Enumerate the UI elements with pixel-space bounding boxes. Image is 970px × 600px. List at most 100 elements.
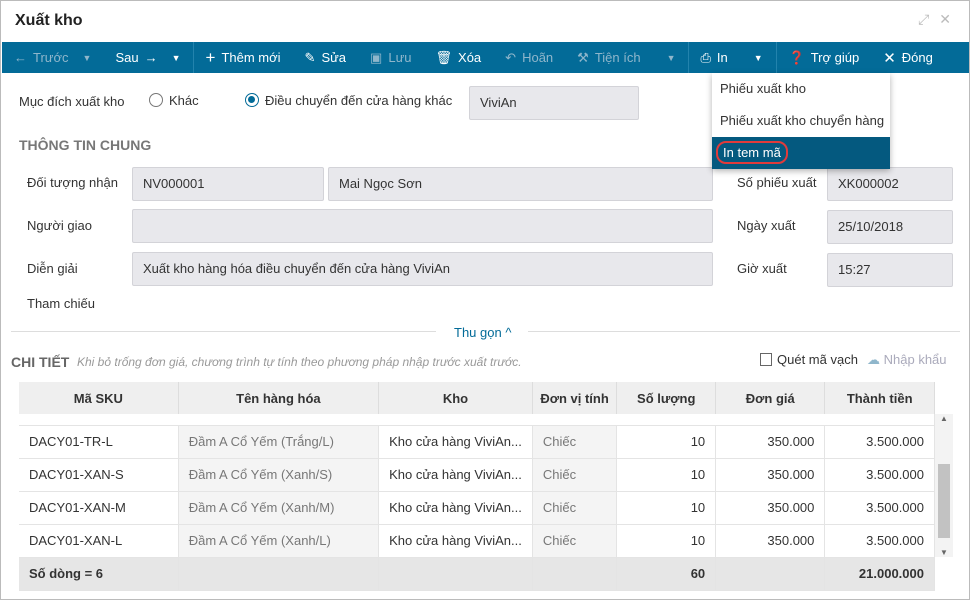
table-cell[interactable]: 3.500.000: [824, 491, 935, 525]
printer-icon: ⎙: [700, 49, 711, 65]
collapse-button[interactable]: Thu gọn ^: [454, 325, 511, 340]
col-amount[interactable]: Thành tiền: [824, 382, 935, 414]
table-row[interactable]: DACY01-XAN-S Đầm A Cổ Yếm (Xanh/S) Kho cửa…: [19, 458, 935, 492]
radio-other[interactable]: Khác: [149, 93, 199, 108]
plus-icon: +: [205, 47, 216, 67]
table-cell[interactable]: Chiếc: [532, 524, 618, 558]
scan-barcode-checkbox[interactable]: Quét mã vạch: [760, 352, 858, 367]
table-cell[interactable]: Chiếc: [532, 458, 618, 492]
table-cell[interactable]: 350.000: [715, 458, 826, 492]
table-row[interactable]: DACY01-XAN-M Đầm A Cổ Yếm (Xanh/M) Kho cửa…: [19, 491, 935, 525]
detail-title: CHI TIẾT: [11, 354, 70, 370]
tools-icon: ⚒: [577, 49, 589, 65]
desc-field[interactable]: Xuất kho hàng hóa điều chuyển đến cửa hà…: [132, 252, 713, 286]
col-warehouse[interactable]: Kho: [378, 382, 533, 414]
caret-icon[interactable]: ▼: [754, 53, 763, 63]
utilities-button[interactable]: ⚒ Tiện ích ▼: [565, 42, 687, 73]
edit-button[interactable]: ✎ Sửa: [293, 42, 359, 73]
arrow-left-icon: ←: [14, 50, 27, 65]
table-row[interactable]: DACY01-TR-L Đầm A Cổ Yếm (Trắng/L) Kho cửa…: [19, 425, 935, 459]
col-qty[interactable]: Số lượng: [616, 382, 717, 414]
desc-label: Diễn giải: [27, 261, 78, 276]
table-cell[interactable]: Kho cửa hàng ViviAn...: [378, 491, 533, 525]
table-cell[interactable]: 10: [616, 458, 717, 492]
table-scrollbar[interactable]: ▲ ▼: [935, 414, 953, 557]
undo-button[interactable]: ↶ Hoãn: [493, 42, 565, 73]
print-menu: Phiếu xuất kho Phiếu xuất kho chuyển hàn…: [712, 73, 890, 169]
arrow-right-icon: →: [144, 50, 158, 65]
table-cell[interactable]: Đầm A Cổ Yếm (Xanh/S): [178, 458, 380, 492]
menu-item-phieu-xuat-kho-chuyen-hang[interactable]: Phiếu xuất kho chuyển hàng: [712, 105, 890, 137]
radio-transfer[interactable]: Điều chuyển đến cửa hàng khác: [245, 93, 452, 108]
recipient-name-field[interactable]: Mai Ngọc Sơn: [328, 167, 713, 201]
caret-icon[interactable]: ▼: [83, 53, 92, 63]
table-cell[interactable]: DACY01-XAN-M: [19, 491, 179, 525]
table-footer: Số dòng = 6 60 21.000.000: [19, 557, 935, 591]
toolbar: ← Trước ▼ Sau → ▼ + Thêm mới ✎ Sửa ▣ Lưu 🗑 Xóa ↶…: [2, 42, 969, 73]
col-sku[interactable]: Mã SKU: [19, 382, 179, 414]
close-window-icon[interactable]: ✕: [939, 11, 951, 28]
date-field[interactable]: 25/10/2018: [827, 210, 953, 244]
delete-button[interactable]: 🗑 Xóa: [424, 42, 494, 73]
close-button[interactable]: ✕ Đóng: [871, 42, 945, 73]
section-title-general: THÔNG TIN CHUNG: [19, 137, 152, 153]
table-cell[interactable]: DACY01-XAN-S: [19, 458, 179, 492]
table-cell[interactable]: DACY01-TR-L: [19, 425, 179, 459]
recipient-code-field[interactable]: NV000001: [132, 167, 324, 201]
scroll-up-icon[interactable]: ▲: [935, 414, 953, 423]
table-cell[interactable]: Kho cửa hàng ViviAn...: [378, 425, 533, 459]
table-cell[interactable]: 350.000: [715, 425, 826, 459]
col-name[interactable]: Tên hàng hóa: [178, 382, 380, 414]
save-button[interactable]: ▣ Lưu: [358, 42, 423, 73]
add-button[interactable]: + Thêm mới: [194, 42, 293, 73]
menu-item-phieu-xuat-kho[interactable]: Phiếu xuất kho: [712, 73, 890, 105]
help-icon: ❓: [788, 49, 805, 65]
table-cell[interactable]: Đầm A Cổ Yếm (Trắng/L): [178, 425, 380, 459]
import-button[interactable]: ☁ Nhập khẩu: [867, 352, 947, 368]
table-cell[interactable]: 10: [616, 491, 717, 525]
deliverer-label: Người giao: [27, 218, 92, 233]
table-cell[interactable]: Đầm A Cổ Yếm (Xanh/L): [178, 524, 380, 558]
chevron-up-icon: ^: [505, 325, 512, 340]
trash-icon: 🗑: [435, 49, 453, 65]
x-icon: ✕: [883, 49, 896, 67]
table-cell[interactable]: Chiếc: [532, 425, 618, 459]
col-unit[interactable]: Đơn vị tính: [532, 382, 618, 414]
table-cell[interactable]: 10: [616, 425, 717, 459]
table-row[interactable]: DACY01-XAN-L Đầm A Cổ Yếm (Xanh/L) Kho cửa…: [19, 524, 935, 558]
table-cell[interactable]: Kho cửa hàng ViviAn...: [378, 524, 533, 558]
scroll-down-icon[interactable]: ▼: [935, 548, 953, 557]
window-title: Xuất kho: [15, 12, 83, 29]
voucher-no-field[interactable]: XK000002: [827, 167, 953, 201]
time-label: Giờ xuất: [737, 261, 787, 276]
cloud-upload-icon: ☁: [867, 352, 880, 367]
table-cell[interactable]: 350.000: [715, 491, 826, 525]
store-field[interactable]: ViviAn: [469, 86, 639, 120]
col-price[interactable]: Đơn giá: [715, 382, 826, 414]
detail-table: Mã SKU Tên hàng hóa Kho Đơn vị tính Số l…: [19, 382, 935, 591]
next-button[interactable]: Sau → ▼: [103, 42, 192, 73]
voucher-no-label: Số phiếu xuất: [737, 175, 817, 190]
table-cell[interactable]: 3.500.000: [824, 458, 935, 492]
table-cell[interactable]: Kho cửa hàng ViviAn...: [378, 458, 533, 492]
table-cell[interactable]: 3.500.000: [824, 524, 935, 558]
help-button[interactable]: ❓ Trợ giúp: [777, 42, 872, 73]
menu-item-in-tem-ma[interactable]: In tem mã: [712, 137, 890, 169]
window: Xuất kho ⤢ ✕ ← Trước ▼ Sau → ▼ + Thêm mới ✎ Sửa…: [0, 0, 970, 600]
table-cell[interactable]: 350.000: [715, 524, 826, 558]
deliverer-field[interactable]: [132, 209, 713, 243]
table-cell[interactable]: 3.500.000: [824, 425, 935, 459]
expand-icon[interactable]: ⤢: [918, 11, 929, 28]
scroll-thumb[interactable]: [938, 464, 950, 538]
time-field[interactable]: 15:27: [827, 253, 953, 287]
table-cell[interactable]: 10: [616, 524, 717, 558]
table-cell[interactable]: Đầm A Cổ Yếm (Xanh/M): [178, 491, 380, 525]
table-cell[interactable]: DACY01-XAN-L: [19, 524, 179, 558]
ref-label: Tham chiếu: [27, 296, 95, 311]
caret-icon[interactable]: ▼: [667, 53, 676, 63]
prev-button[interactable]: ← Trước ▼: [2, 42, 103, 73]
detail-hint: Khi bỏ trống đơn giá, chương trình tự tí…: [77, 355, 522, 369]
print-button[interactable]: ⎙ In ▼: [689, 42, 776, 73]
table-cell[interactable]: Chiếc: [532, 491, 618, 525]
caret-icon[interactable]: ▼: [172, 53, 181, 63]
